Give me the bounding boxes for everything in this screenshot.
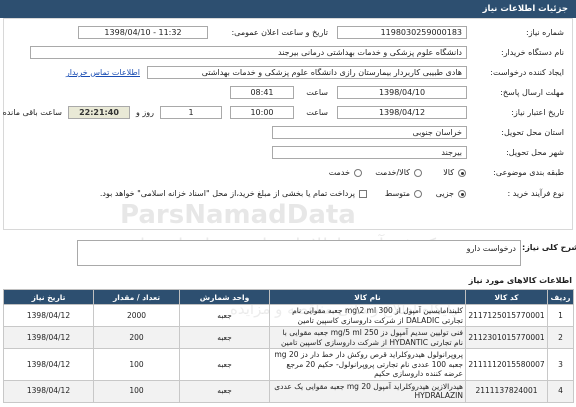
treasury-checkbox[interactable] [359,190,367,198]
process-minor-radio[interactable] [458,190,466,198]
item-quantity: 200 [93,326,180,349]
table-row: 4 2111137824001 هیدرالازین هیدروکلراید آ… [3,379,574,403]
goods-table: ردیف کد کالا نام کالا واحد شمارش تعداد /… [3,289,574,403]
city-label: شهر محل تحویل: [506,148,564,157]
treasury-note: پرداخت تمام یا بخشی از مبلغ خرید،از محل … [99,189,355,198]
item-need-date: 1398/04/12 [3,304,94,327]
col-quantity: تعداد / مقدار [93,289,180,305]
process-label: نوع فرآیند خرید : [507,189,564,198]
category-service-radio[interactable] [354,169,362,177]
validity-time-label: ساعت [306,108,328,117]
province-label: استان محل تحویل: [501,128,564,137]
reply-time-field: 08:41 [230,86,294,99]
item-quantity: 2000 [93,304,180,327]
category-service-label: خدمت [328,168,350,177]
item-name: کلیندامایسین آمپول از 300 mg\2 ml جعبه م… [269,304,466,327]
item-name: پروپرانولول هیدروکلراید قرص روکش دار خط … [269,348,466,381]
col-item-code: کد کالا [465,289,548,305]
item-need-date: 1398/04/12 [3,348,94,381]
reply-deadline-label: مهلت ارسال پاسخ: [500,88,564,97]
item-code: 2112301015770001 [465,326,548,349]
item-need-date: 1398/04/12 [3,379,94,403]
category-goods-label: کالا [443,168,454,177]
col-item-name: نام کالا [269,289,466,305]
need-details-panel: شماره نیاز: 1198030259000183 تاریخ و ساع… [3,18,573,230]
reply-date-field: 1398/04/10 [337,86,467,99]
creator-label: ایجاد کننده درخواست: [490,68,564,77]
province-field: خراسان جنوبی [272,126,467,139]
reply-time-label: ساعت [306,88,328,97]
need-number-field: 1198030259000183 [337,26,467,39]
row-number: 4 [547,379,574,403]
row-number: 1 [547,304,574,327]
validity-label: تاریخ اعتبار نیاز: [511,108,564,117]
item-code: 2111137824001 [465,379,548,403]
announce-field: 1398/04/10 - 11:32 [78,26,208,39]
table-row: 3 2111112015580007 پروپرانولول هیدروکلرا… [3,348,574,381]
col-row-number: ردیف [547,289,574,305]
remaining-time-label: ساعت باقی مانده [2,108,62,117]
remaining-time-timer: 22:21:40 [68,106,130,119]
remaining-days-field: 1 [160,106,222,119]
need-number-label: شماره نیاز: [526,28,564,37]
item-need-date: 1398/04/12 [3,326,94,349]
category-goods-service-radio[interactable] [414,169,422,177]
goods-table-header: ردیف کد کالا نام کالا واحد شمارش تعداد /… [3,289,574,305]
item-quantity: 100 [93,348,180,381]
item-name: فنی تولیین سدیم آمپول دز 250 mg/5 ml جعب… [269,326,466,349]
col-unit: واحد شمارش [179,289,270,305]
process-medium-label: متوسط [384,189,410,198]
item-code: 2111112015580007 [465,348,548,381]
row-number: 2 [547,326,574,349]
buyer-field: دانشگاه علوم پزشکی و خدمات بهداشتی درمان… [30,46,467,59]
validity-date-field: 1398/04/12 [337,106,467,119]
item-unit: جعبه [179,379,270,403]
description-label: شرح کلی نیاز: [522,243,576,252]
creator-field: هادی طبیبی کاربردار بیمارستان رازی دانشگ… [147,66,467,79]
col-need-date: تاریخ نیاز [3,289,94,305]
goods-section-title: اطلاعات کالاهای مورد نیاز [468,276,572,285]
process-minor-label: جزیی [435,189,454,198]
process-medium-radio[interactable] [414,190,422,198]
item-quantity: 100 [93,379,180,403]
buyer-label: نام دستگاه خریدار: [501,48,564,57]
remaining-days-label: روز و [136,108,154,117]
page-title: جزئیات اطلاعات نیاز [0,0,576,18]
row-number: 3 [547,348,574,381]
table-row: 1 2117125015770001 کلیندامایسین آمپول از… [3,304,574,327]
item-unit: جعبه [179,304,270,327]
category-goods-service-label: کالا/خدمت [375,168,410,177]
category-label: طبقه بندی موضوعی: [493,168,564,177]
item-code: 2117125015770001 [465,304,548,327]
category-goods-radio[interactable] [458,169,466,177]
item-unit: جعبه [179,348,270,381]
description-field: درخواست دارو [77,240,521,266]
table-row: 2 2112301015770001 فنی تولیین سدیم آمپول… [3,326,574,349]
item-name: هیدرالازین هیدروکلراید آمپول 20 mg جعبه … [269,379,466,403]
item-unit: جعبه [179,326,270,349]
city-field: بیرجند [272,146,467,159]
announce-label: تاریخ و ساعت اعلان عمومی: [231,28,328,37]
validity-time-field: 10:00 [230,106,294,119]
buyer-contact-link[interactable]: اطلاعات تماس خریدار [66,68,140,77]
